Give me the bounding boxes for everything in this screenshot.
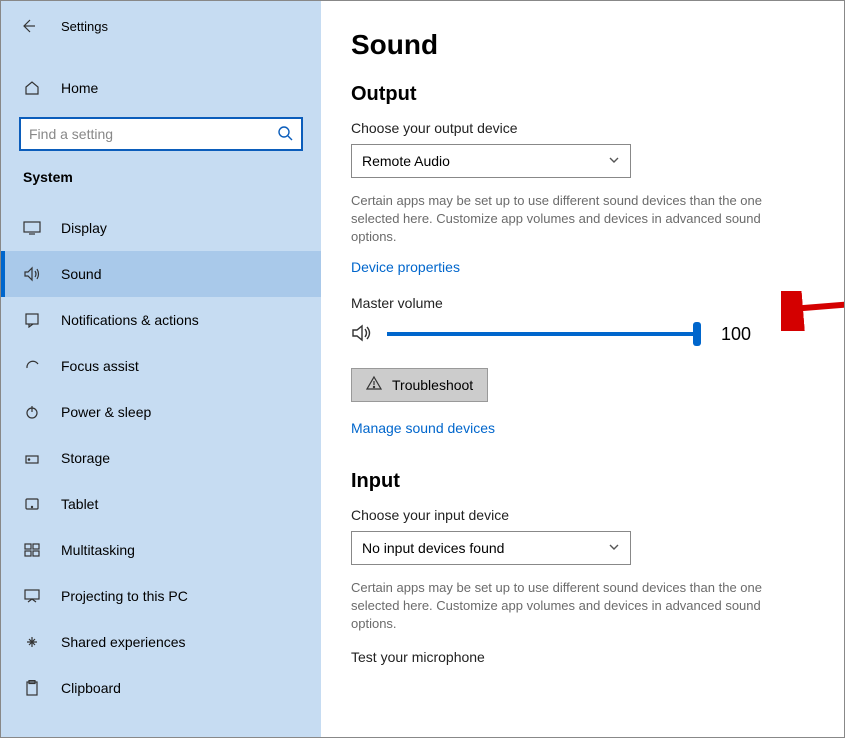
chevron-down-icon: [608, 540, 620, 556]
search-input[interactable]: [29, 126, 277, 142]
volume-slider[interactable]: [387, 332, 697, 336]
sidebar-item-label: Storage: [61, 450, 110, 466]
search-box[interactable]: [19, 117, 303, 151]
sidebar-item-label: Display: [61, 220, 107, 236]
master-volume-label: Master volume: [351, 295, 814, 311]
sidebar-nav: Display Sound Notifications & actions Fo…: [1, 205, 321, 711]
sidebar-item-shared-experiences[interactable]: Shared experiences: [1, 619, 321, 665]
input-device-select[interactable]: No input devices found: [351, 531, 631, 565]
storage-icon: [23, 451, 41, 465]
chevron-down-icon: [608, 153, 620, 169]
device-properties-link[interactable]: Device properties: [351, 259, 460, 275]
sidebar-item-label: Clipboard: [61, 680, 121, 696]
home-icon: [23, 79, 41, 97]
sidebar-item-label: Multitasking: [61, 542, 135, 558]
troubleshoot-button[interactable]: Troubleshoot: [351, 368, 488, 402]
sidebar-item-multitasking[interactable]: Multitasking: [1, 527, 321, 573]
sidebar-home[interactable]: Home: [1, 69, 321, 107]
sidebar-item-label: Sound: [61, 266, 101, 282]
input-device-label: Choose your input device: [351, 507, 814, 523]
manage-sound-devices-link[interactable]: Manage sound devices: [351, 420, 495, 436]
power-icon: [23, 404, 41, 420]
sidebar: Settings Home System Display: [1, 1, 321, 737]
projecting-icon: [23, 589, 41, 603]
slider-thumb[interactable]: [693, 322, 701, 346]
focus-assist-icon: [23, 358, 41, 374]
volume-value: 100: [721, 324, 751, 345]
output-device-select[interactable]: Remote Audio: [351, 144, 631, 178]
titlebar: Settings: [1, 11, 321, 41]
back-icon[interactable]: [19, 17, 37, 35]
shared-experiences-icon: [23, 634, 41, 650]
main-content: Sound Output Choose your output device R…: [321, 1, 844, 737]
sidebar-item-clipboard[interactable]: Clipboard: [1, 665, 321, 711]
display-icon: [23, 221, 41, 235]
sound-icon: [23, 266, 41, 282]
sidebar-item-projecting[interactable]: Projecting to this PC: [1, 573, 321, 619]
clipboard-icon: [23, 680, 41, 696]
troubleshoot-label: Troubleshoot: [392, 377, 473, 393]
app-title: Settings: [61, 19, 108, 34]
warning-icon: [366, 375, 382, 394]
sidebar-item-storage[interactable]: Storage: [1, 435, 321, 481]
speaker-icon[interactable]: [351, 323, 373, 346]
input-heading: Input: [351, 470, 814, 493]
test-microphone-label: Test your microphone: [351, 649, 814, 665]
tablet-icon: [23, 497, 41, 511]
sidebar-item-label: Projecting to this PC: [61, 588, 188, 604]
sidebar-item-focus-assist[interactable]: Focus assist: [1, 343, 321, 389]
multitasking-icon: [23, 543, 41, 557]
sidebar-category: System: [1, 169, 321, 185]
input-device-value: No input devices found: [362, 540, 504, 556]
sidebar-item-power-sleep[interactable]: Power & sleep: [1, 389, 321, 435]
sidebar-item-label: Tablet: [61, 496, 98, 512]
page-title: Sound: [351, 29, 814, 61]
sidebar-item-label: Focus assist: [61, 358, 139, 374]
sidebar-item-sound[interactable]: Sound: [1, 251, 321, 297]
sidebar-item-label: Notifications & actions: [61, 312, 199, 328]
settings-window: Settings Home System Display: [0, 0, 845, 738]
output-heading: Output: [351, 83, 814, 106]
home-label: Home: [61, 80, 98, 96]
sidebar-item-label: Shared experiences: [61, 634, 186, 650]
notifications-icon: [23, 312, 41, 328]
output-device-value: Remote Audio: [362, 153, 450, 169]
sidebar-item-notifications[interactable]: Notifications & actions: [1, 297, 321, 343]
master-volume-row: 100: [351, 323, 814, 346]
sidebar-item-label: Power & sleep: [61, 404, 151, 420]
search-icon: [277, 125, 293, 144]
sidebar-item-tablet[interactable]: Tablet: [1, 481, 321, 527]
input-description: Certain apps may be set up to use differ…: [351, 579, 801, 634]
output-description: Certain apps may be set up to use differ…: [351, 192, 801, 247]
output-device-label: Choose your output device: [351, 120, 814, 136]
sidebar-item-display[interactable]: Display: [1, 205, 321, 251]
